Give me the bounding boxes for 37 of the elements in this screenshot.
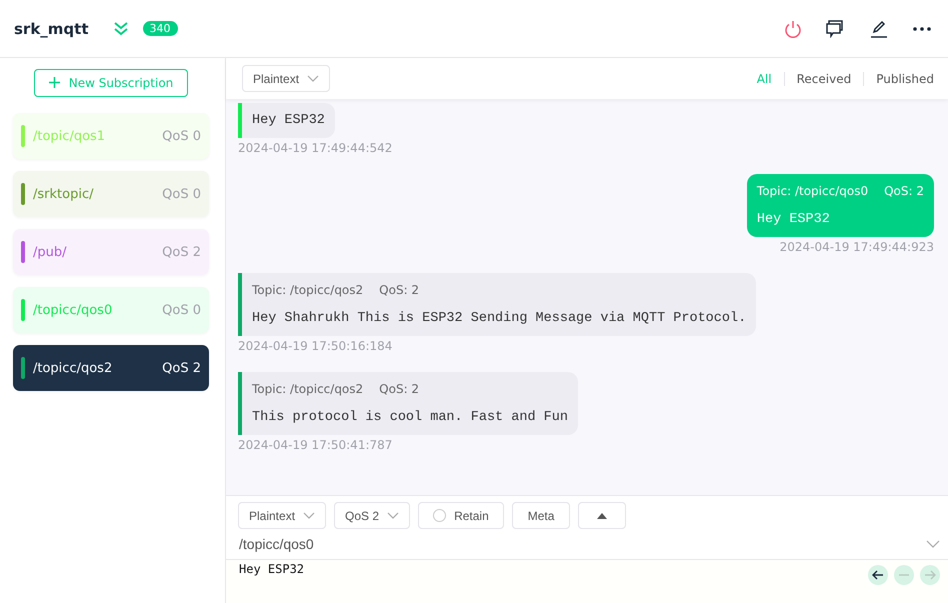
subscription-item[interactable]: /pub/ QoS 2 bbox=[13, 229, 209, 275]
chevron-down-icon bbox=[307, 75, 320, 82]
message-payload: Hey Shahrukh This is ESP32 Sending Message via MQTT Protocol. bbox=[252, 311, 746, 326]
message-payload: This protocol is cool man. Fast and Fun bbox=[252, 410, 568, 425]
chevron-down-icon bbox=[926, 540, 940, 548]
edit-icon[interactable] bbox=[870, 20, 888, 38]
message-payload: Hey ESP32 bbox=[252, 113, 325, 128]
message-topic: Topic: /topicc/qos2 bbox=[252, 283, 364, 297]
retain-checkbox[interactable]: Retain bbox=[418, 502, 504, 529]
payload-editor[interactable]: Hey ESP32 bbox=[239, 562, 304, 576]
qos-select[interactable]: QoS 2 bbox=[334, 502, 410, 529]
message-topic: Topic: /topicc/qos0 bbox=[756, 184, 868, 198]
format-select[interactable]: Plaintext bbox=[238, 502, 326, 529]
message-time: 2024-04-19 17:49:44:542 bbox=[238, 141, 392, 155]
power-icon[interactable] bbox=[784, 20, 802, 38]
message-qos: QoS: 2 bbox=[379, 283, 420, 297]
message-count-badge: 340 bbox=[142, 21, 178, 36]
chevron-down-icon bbox=[303, 512, 316, 519]
expand-button[interactable] bbox=[578, 502, 626, 529]
subscription-item[interactable]: /topicc/qos2 QoS 2 bbox=[13, 345, 209, 391]
filter-tab[interactable]: Published bbox=[876, 72, 934, 86]
chat-icon[interactable] bbox=[826, 20, 846, 38]
message-payload: Hey ESP32 bbox=[756, 212, 831, 227]
message-qos: QoS: 2 bbox=[884, 184, 924, 198]
message-time: 2024-04-19 17:50:41:787 bbox=[238, 438, 392, 452]
filter-tab[interactable]: Received bbox=[796, 72, 852, 86]
message-topic: Topic: /topicc/qos2 bbox=[252, 382, 364, 396]
plus-icon bbox=[48, 77, 60, 88]
message-time: 2024-04-19 17:49:44:923 bbox=[780, 240, 934, 254]
connection-title: srk_mqtt bbox=[14, 20, 89, 38]
meta-button[interactable]: Meta bbox=[512, 502, 570, 529]
chevron-down-icon bbox=[387, 512, 400, 519]
message-qos: QoS: 2 bbox=[379, 382, 420, 396]
triangle-up-icon bbox=[597, 512, 608, 518]
format-select[interactable]: Plaintext bbox=[242, 65, 330, 92]
message-time: 2024-04-19 17:50:16:184 bbox=[238, 339, 392, 353]
more-icon[interactable] bbox=[912, 26, 932, 32]
